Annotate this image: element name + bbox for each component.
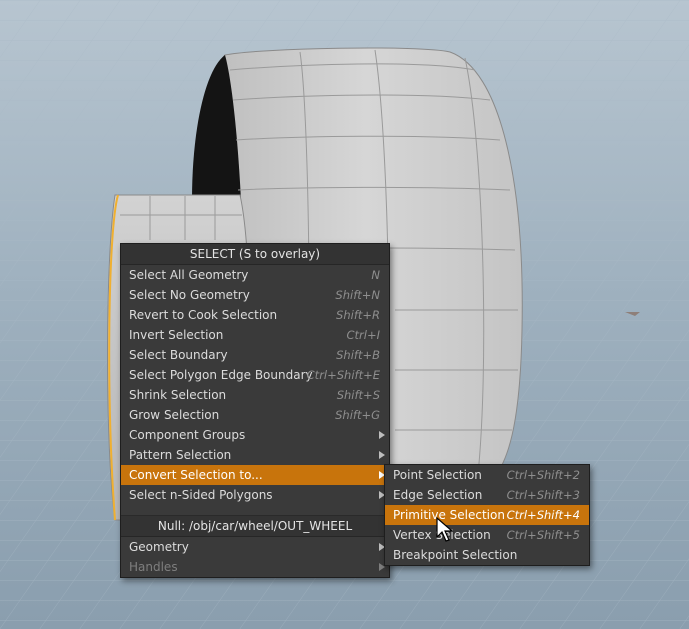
submenu-item-vertex-selection[interactable]: Vertex Selection Ctrl+Shift+5 bbox=[385, 525, 589, 545]
mouse-cursor-icon bbox=[436, 517, 454, 542]
submenu-item-edge-selection[interactable]: Edge Selection Ctrl+Shift+3 bbox=[385, 485, 589, 505]
menu-item-shortcut: Ctrl+Shift+5 bbox=[506, 528, 580, 542]
menu-item-select-polygon-edge-boundary[interactable]: Select Polygon Edge Boundary Ctrl+Shift+… bbox=[121, 365, 389, 385]
menu-item-label: Edge Selection bbox=[393, 488, 483, 502]
menu-item-label: Invert Selection bbox=[129, 328, 224, 342]
menu-item-label: Breakpoint Selection bbox=[393, 548, 518, 562]
menu-item-shrink-selection[interactable]: Shrink Selection Shift+S bbox=[121, 385, 389, 405]
menu-item-revert-to-cook-selection[interactable]: Revert to Cook Selection Shift+R bbox=[121, 305, 389, 325]
menu-item-label: Select Polygon Edge Boundary bbox=[129, 368, 313, 382]
menu-item-label: Select Boundary bbox=[129, 348, 228, 362]
node-section-title: Null: /obj/car/wheel/OUT_WHEEL bbox=[121, 516, 389, 537]
menu-item-label: Select n-Sided Polygons bbox=[129, 488, 273, 502]
submenu-item-breakpoint-selection[interactable]: Breakpoint Selection bbox=[385, 545, 589, 565]
menu-item-label: Point Selection bbox=[393, 468, 482, 482]
menu-item-shortcut: Shift+R bbox=[336, 308, 380, 322]
3d-viewport[interactable]: SELECT (S to overlay) Select All Geometr… bbox=[0, 0, 689, 629]
menu-item-label: Pattern Selection bbox=[129, 448, 232, 462]
submenu-item-primitive-selection[interactable]: Primitive Selection Ctrl+Shift+4 bbox=[385, 505, 589, 525]
menu-item-label: Select No Geometry bbox=[129, 288, 250, 302]
menu-item-label: Handles bbox=[129, 560, 178, 574]
menu-item-select-all-geometry[interactable]: Select All Geometry N bbox=[121, 265, 389, 285]
menu-item-shortcut: Ctrl+Shift+E bbox=[306, 368, 380, 382]
menu-title: SELECT (S to overlay) bbox=[121, 244, 389, 265]
submenu-item-point-selection[interactable]: Point Selection Ctrl+Shift+2 bbox=[385, 465, 589, 485]
menu-item-shortcut: Ctrl+Shift+4 bbox=[506, 508, 580, 522]
menu-item-component-groups[interactable]: Component Groups bbox=[121, 425, 389, 445]
menu-item-shortcut: Shift+N bbox=[335, 288, 380, 302]
menu-item-shortcut: Ctrl+Shift+2 bbox=[506, 468, 580, 482]
submenu-arrow-icon bbox=[379, 431, 385, 439]
menu-item-shortcut: Ctrl+I bbox=[346, 328, 381, 342]
menu-item-label: Revert to Cook Selection bbox=[129, 308, 278, 322]
select-context-menu: SELECT (S to overlay) Select All Geometr… bbox=[120, 243, 390, 578]
menu-item-label: Convert Selection to... bbox=[129, 468, 263, 482]
menu-item-pattern-selection[interactable]: Pattern Selection bbox=[121, 445, 389, 465]
menu-item-shortcut: Shift+G bbox=[335, 408, 380, 422]
menu-item-geometry[interactable]: Geometry bbox=[121, 537, 389, 557]
menu-item-label: Component Groups bbox=[129, 428, 246, 442]
menu-item-handles: Handles bbox=[121, 557, 389, 577]
menu-item-label: Shrink Selection bbox=[129, 388, 227, 402]
menu-separator bbox=[121, 505, 389, 516]
menu-item-shortcut: Shift+S bbox=[336, 388, 380, 402]
menu-item-shortcut: Ctrl+Shift+3 bbox=[506, 488, 580, 502]
menu-item-label: Grow Selection bbox=[129, 408, 220, 422]
menu-item-shortcut: N bbox=[371, 268, 380, 282]
menu-item-select-boundary[interactable]: Select Boundary Shift+B bbox=[121, 345, 389, 365]
menu-item-select-no-geometry[interactable]: Select No Geometry Shift+N bbox=[121, 285, 389, 305]
menu-item-grow-selection[interactable]: Grow Selection Shift+G bbox=[121, 405, 389, 425]
menu-item-shortcut: Shift+B bbox=[336, 348, 380, 362]
convert-selection-submenu: Point Selection Ctrl+Shift+2 Edge Select… bbox=[384, 464, 590, 566]
menu-item-label: Geometry bbox=[129, 540, 189, 554]
submenu-arrow-icon bbox=[379, 451, 385, 459]
menu-item-invert-selection[interactable]: Invert Selection Ctrl+I bbox=[121, 325, 389, 345]
menu-item-select-n-sided-polygons[interactable]: Select n-Sided Polygons bbox=[121, 485, 389, 505]
menu-item-convert-selection-to[interactable]: Convert Selection to... bbox=[121, 465, 389, 485]
menu-item-label: Select All Geometry bbox=[129, 268, 249, 282]
